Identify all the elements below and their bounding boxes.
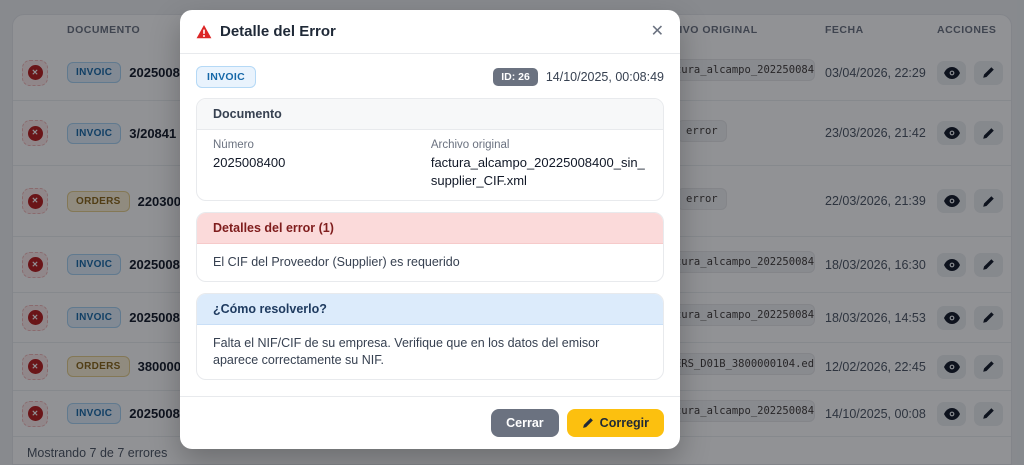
pencil-icon (582, 417, 593, 428)
document-type-badge: INVOIC (196, 66, 256, 88)
document-section-title: Documento (197, 99, 663, 130)
archivo-field: Archivo original factura_alcampo_2022500… (431, 139, 647, 189)
close-icon[interactable]: ✕ (651, 23, 664, 40)
resolve-section: ¿Cómo resolverlo? Falta el NIF/CIF de su… (196, 292, 664, 380)
error-detail-modal: Detalle del Error ✕ INVOIC ID: 26 14/10/… (180, 10, 680, 449)
modal-meta-right: ID: 26 14/10/2025, 00:08:49 (493, 68, 664, 86)
numero-field: Número 2025008400 (213, 139, 419, 189)
numero-label: Número (213, 139, 254, 151)
modal-footer: Cerrar Corregir (180, 395, 680, 449)
modal-header: Detalle del Error ✕ (180, 10, 680, 54)
errors-page: DOCUMENTO ARCHIVO ORIGINAL FECHA ACCIONE… (0, 0, 1024, 465)
warning-triangle-icon (196, 24, 212, 38)
archivo-label: Archivo original (430, 139, 510, 151)
cerrar-button[interactable]: Cerrar (491, 408, 559, 437)
error-id-badge: ID: 26 (493, 68, 538, 86)
document-section-body: Número 2025008400 Archivo original factu… (197, 130, 663, 200)
modal-body: INVOIC ID: 26 14/10/2025, 00:08:49 Docum… (180, 54, 680, 396)
corregir-button[interactable]: Corregir (566, 408, 664, 437)
corregir-label: Corregir (599, 415, 649, 430)
resolve-title: ¿Cómo resolverlo? (197, 293, 663, 325)
numero-value: 2025008400 (213, 155, 286, 170)
error-timestamp: 14/10/2025, 00:08:49 (545, 70, 664, 84)
document-section: Documento Número 2025008400 Archivo orig… (196, 98, 664, 202)
resolve-message: Falta el NIF/CIF de su empresa. Verifiqu… (213, 335, 600, 367)
error-details-section: Detalles del error (1) El CIF del Provee… (196, 212, 664, 282)
modal-meta-row: INVOIC ID: 26 14/10/2025, 00:08:49 (196, 66, 664, 88)
archivo-value: factura_alcampo_20225008400_sin_supplier… (430, 155, 645, 188)
error-details-message: El CIF del Proveedor (Supplier) es reque… (213, 255, 460, 270)
error-details-title: Detalles del error (1) (197, 213, 663, 245)
modal-title: Detalle del Error (220, 23, 336, 40)
